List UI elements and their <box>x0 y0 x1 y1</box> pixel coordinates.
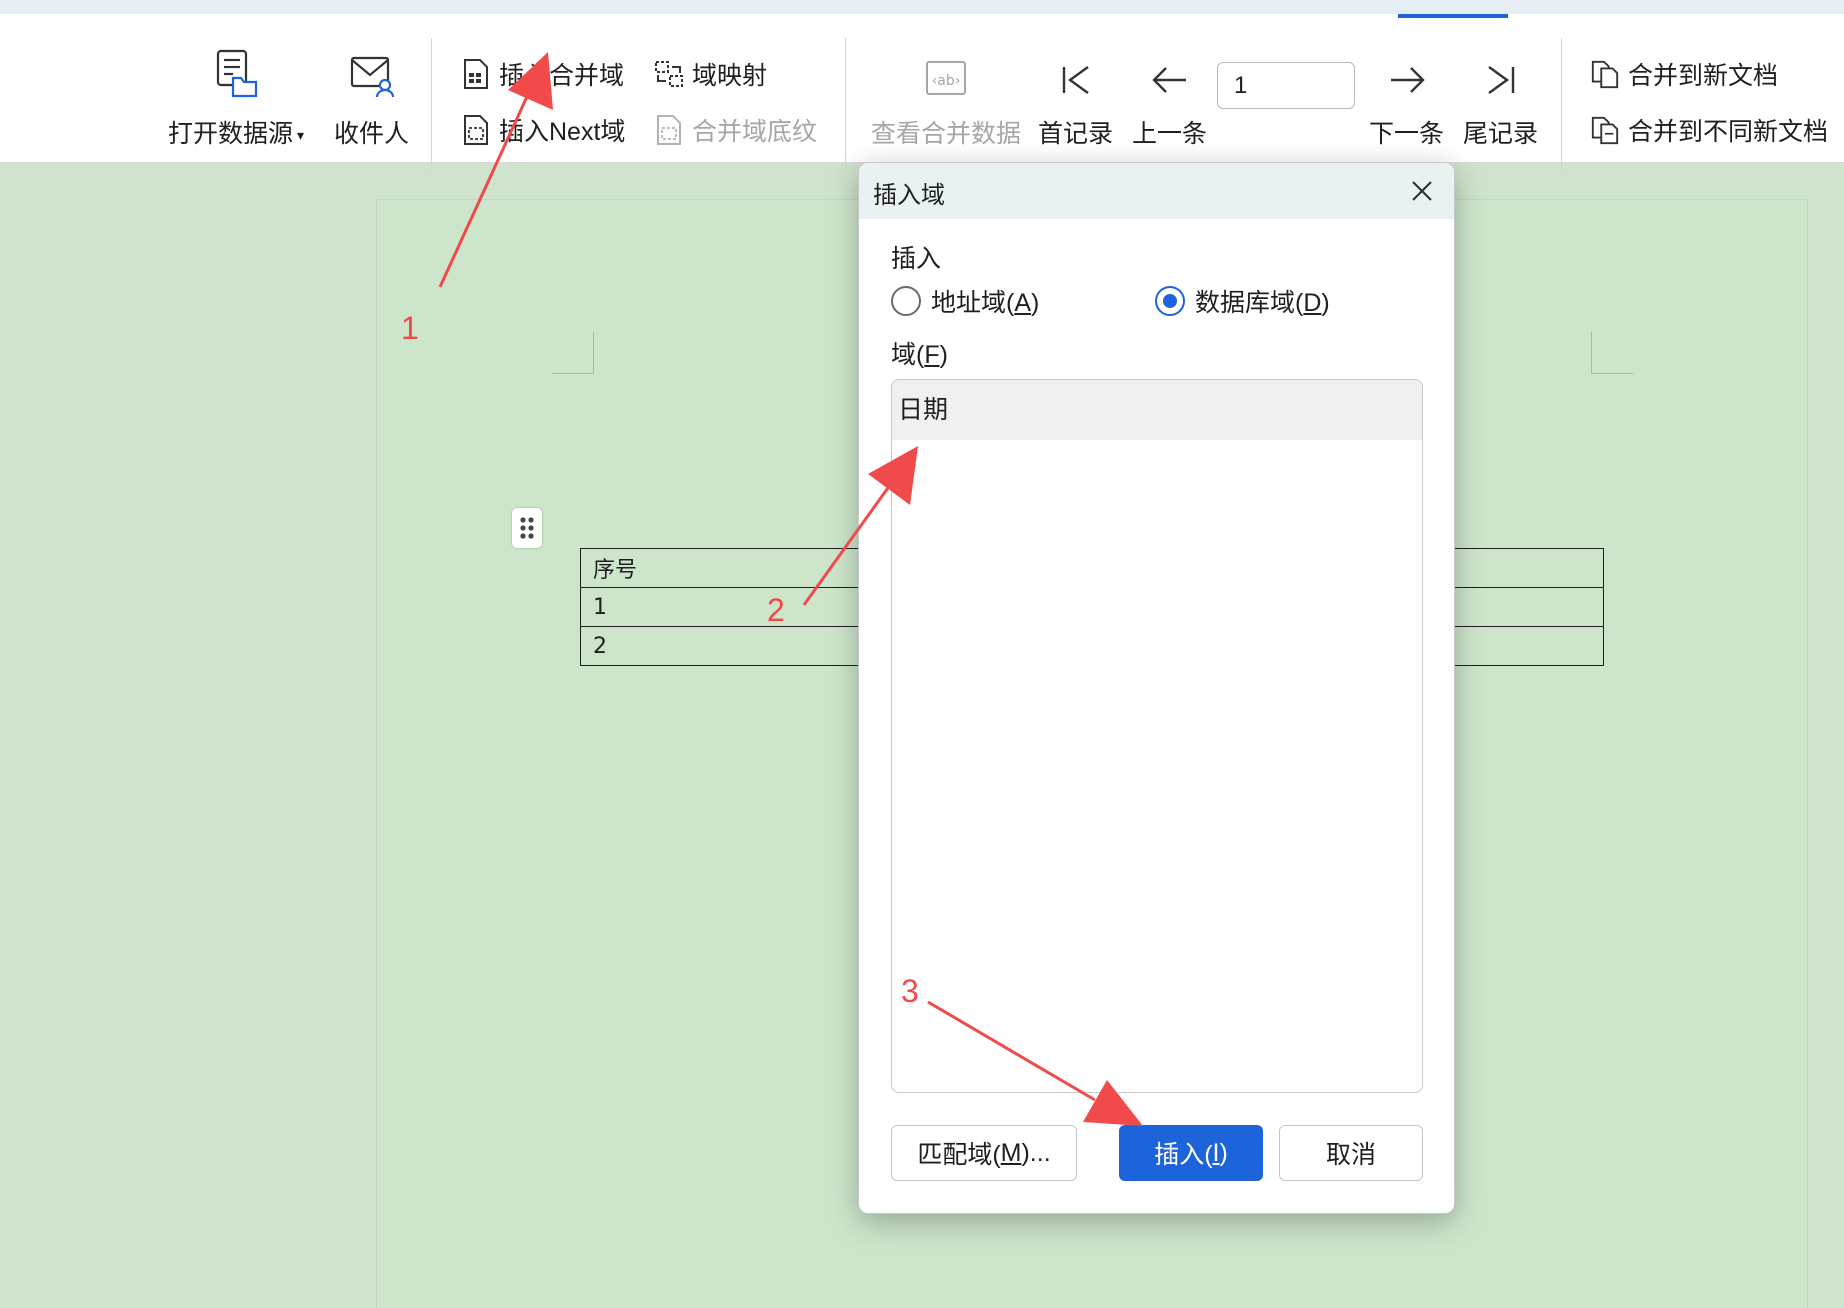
database-field-radio[interactable]: 数据库域(D) <box>1155 283 1330 319</box>
ribbon-separator <box>1561 38 1562 170</box>
database-field-radio-label: 数据库域(D) <box>1195 289 1330 317</box>
data-source-icon <box>213 44 259 98</box>
insert-merge-field-label: 插入合并域 <box>499 62 625 90</box>
recipients-label: 收件人 <box>334 120 410 148</box>
address-field-radio[interactable]: 地址域(A) <box>891 283 1039 319</box>
next-record-label: 下一条 <box>1369 120 1445 148</box>
annotation-step-1: 1 <box>401 310 419 346</box>
field-shading-icon <box>654 114 684 146</box>
recipients-envelope-icon <box>349 44 395 98</box>
insert-button[interactable]: 插入(I) <box>1119 1125 1263 1181</box>
record-number-input[interactable] <box>1217 62 1355 109</box>
radio-unchecked-icon <box>891 286 921 316</box>
merge-different-documents-icon <box>1590 114 1620 146</box>
insert-next-field-icon <box>461 114 491 146</box>
merge-to-different-new-documents-button[interactable]: 合并到不同新文档 <box>1590 112 1828 148</box>
ribbon-toolbar: 打开数据源 ▾ 收件人 插入合并域 插入Next域 域映射 合并域底纹 ‹ab›… <box>0 0 1844 170</box>
cancel-button[interactable]: 取消 <box>1279 1125 1423 1181</box>
next-record-button[interactable]: 下一条 <box>1369 44 1444 150</box>
insert-merge-field-icon <box>461 58 491 90</box>
svg-text:‹ab›: ‹ab› <box>932 73 961 89</box>
annotation-step-3: 3 <box>901 973 919 1009</box>
arrow-left-icon <box>1150 44 1190 98</box>
previous-record-button[interactable]: 上一条 <box>1132 44 1207 150</box>
dialog-title: 插入域 <box>873 182 945 209</box>
merge-to-different-new-documents-label: 合并到不同新文档 <box>1628 118 1829 146</box>
open-data-source-label: 打开数据源 <box>168 120 294 148</box>
list-item[interactable]: 日期 <box>892 380 1422 440</box>
merge-field-shading-label: 合并域底纹 <box>692 118 818 146</box>
arrow-right-icon <box>1387 44 1427 98</box>
insert-merge-field-button[interactable]: 插入合并域 <box>461 56 624 92</box>
dialog-titlebar: 插入域 <box>859 163 1454 219</box>
view-merged-data-button[interactable]: ‹ab› 查看合并数据 <box>871 44 1021 150</box>
address-field-radio-label: 地址域(A) <box>931 289 1040 317</box>
last-record-button[interactable]: 尾记录 <box>1463 44 1538 150</box>
previous-record-label: 上一条 <box>1132 120 1208 148</box>
insert-next-field-label: 插入Next域 <box>499 118 626 146</box>
page-margin-corner <box>1591 332 1633 374</box>
first-record-icon <box>1058 44 1094 98</box>
ribbon-separator <box>431 38 432 170</box>
insert-next-field-button[interactable]: 插入Next域 <box>461 112 625 148</box>
field-list[interactable]: 日期 <box>891 379 1423 1093</box>
merge-new-document-icon <box>1590 58 1620 90</box>
chevron-down-icon: ▾ <box>297 126 305 143</box>
recipients-button[interactable]: 收件人 <box>334 44 409 150</box>
match-fields-button[interactable]: 匹配域(M)... <box>891 1125 1077 1181</box>
field-mapping-label: 域映射 <box>692 62 768 90</box>
view-merged-data-icon: ‹ab› <box>924 44 968 98</box>
close-icon[interactable] <box>1408 177 1436 205</box>
merge-to-new-document-button[interactable]: 合并到新文档 <box>1590 56 1778 92</box>
table-drag-handle-icon[interactable] <box>512 508 542 548</box>
view-merged-data-label: 查看合并数据 <box>871 120 1022 148</box>
field-mapping-button[interactable]: 域映射 <box>654 56 767 92</box>
insert-field-dialog: 插入域 插入 地址域(A) 数据库域(D) 域(F) 日期 匹配域(M)... … <box>858 162 1455 1214</box>
active-tab-indicator <box>1398 14 1508 18</box>
merge-field-shading-button[interactable]: 合并域底纹 <box>654 112 817 148</box>
open-data-source-button[interactable]: 打开数据源 ▾ <box>168 44 304 150</box>
insert-group-label: 插入 <box>891 245 942 273</box>
first-record-button[interactable]: 首记录 <box>1038 44 1113 150</box>
first-record-label: 首记录 <box>1038 120 1114 148</box>
radio-checked-icon <box>1155 286 1185 316</box>
page-margin-corner <box>552 332 594 374</box>
merge-to-new-document-label: 合并到新文档 <box>1628 62 1779 90</box>
last-record-icon <box>1483 44 1519 98</box>
field-mapping-icon <box>654 58 684 90</box>
annotation-step-2: 2 <box>767 592 785 628</box>
ribbon-separator <box>845 38 846 170</box>
last-record-label: 尾记录 <box>1463 120 1539 148</box>
field-list-label: 域(F) <box>891 341 948 369</box>
